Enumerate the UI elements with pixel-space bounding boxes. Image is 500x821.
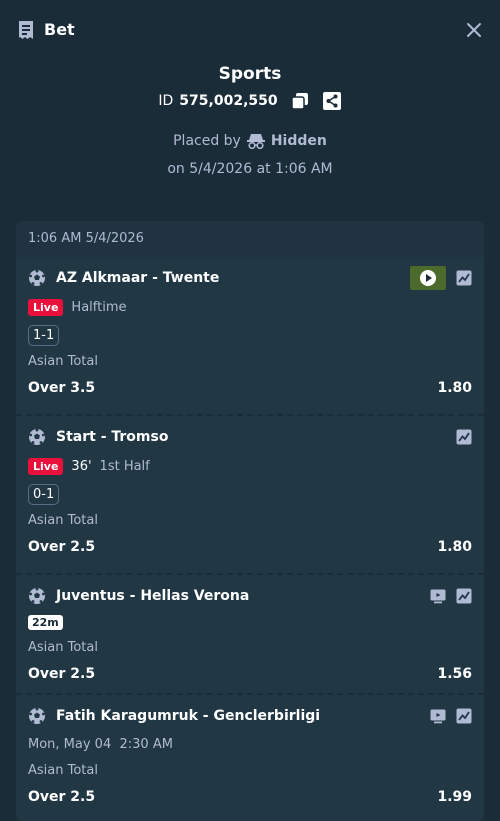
match-name: AZ Alkmaar - Twente bbox=[56, 270, 220, 286]
stats-chart-icon[interactable] bbox=[456, 270, 472, 286]
bet-leg: Fatih Karagumruk - Genclerbirligi Mon, M… bbox=[16, 695, 484, 821]
selection-row: Over 2.5 1.80 bbox=[28, 533, 472, 561]
match-period: 1st Half bbox=[99, 458, 150, 474]
close-icon[interactable] bbox=[464, 20, 484, 40]
selection-name: Over 2.5 bbox=[28, 666, 96, 682]
match-status-row: Live Halftime bbox=[28, 293, 472, 321]
selection-name: Over 2.5 bbox=[28, 789, 96, 805]
placed-by-label: Placed by bbox=[173, 133, 241, 149]
bet-title: Bet bbox=[44, 20, 75, 39]
soccer-ball-icon bbox=[29, 428, 45, 445]
live-badge: Live bbox=[28, 298, 64, 316]
market-name: Asian Total bbox=[28, 354, 98, 369]
match-period: Halftime bbox=[71, 299, 127, 315]
stats-chart-icon[interactable] bbox=[456, 588, 472, 604]
soccer-ball-icon bbox=[29, 707, 45, 724]
live-badge: Live bbox=[28, 457, 64, 475]
match-name: Start - Tromso bbox=[56, 429, 169, 445]
match-row[interactable]: Fatih Karagumruk - Genclerbirligi bbox=[28, 701, 472, 731]
leg-actions bbox=[430, 581, 472, 611]
score-box: 1-1 bbox=[28, 325, 60, 346]
live-stream-thumbnail[interactable] bbox=[410, 266, 446, 290]
bet-slip-icon bbox=[19, 21, 33, 39]
bet-id-row: ID 575,002,550 bbox=[0, 90, 500, 112]
tv-icon[interactable] bbox=[430, 588, 446, 604]
market-name: Asian Total bbox=[28, 763, 98, 778]
placed-date: on 5/4/2026 at 1:06 AM bbox=[167, 161, 333, 177]
bet-header: Bet bbox=[0, 0, 500, 60]
placed-by-user: Hidden bbox=[270, 133, 327, 149]
soccer-ball-icon bbox=[29, 587, 45, 604]
match-row[interactable]: AZ Alkmaar - Twente bbox=[28, 263, 472, 293]
match-minute: 36' bbox=[71, 458, 92, 474]
placed-by-row: Placed by Hidden bbox=[0, 130, 500, 152]
bet-id-value: 575,002,550 bbox=[179, 93, 278, 109]
panel-timestamp: 1:06 AM 5/4/2026 bbox=[16, 221, 484, 257]
selection-row: Over 2.5 1.56 bbox=[28, 660, 472, 688]
selection-name: Over 3.5 bbox=[28, 380, 96, 396]
selection-odds: 1.99 bbox=[437, 789, 472, 805]
selection-odds: 1.80 bbox=[437, 539, 472, 555]
selection-odds: 1.56 bbox=[437, 666, 472, 682]
share-icon[interactable] bbox=[322, 91, 342, 111]
selection-odds: 1.80 bbox=[437, 380, 472, 396]
bet-legs-panel: 1:06 AM 5/4/2026 AZ Alkmaar - Twente Liv… bbox=[16, 221, 484, 821]
match-name: Juventus - Hellas Verona bbox=[56, 588, 250, 604]
leg-actions bbox=[410, 263, 472, 293]
selection-row: Over 3.5 1.80 bbox=[28, 374, 472, 402]
bet-leg: Juventus - Hellas Verona 22m Asian Total… bbox=[16, 575, 484, 695]
copy-icon[interactable] bbox=[290, 91, 310, 111]
bet-type: Sports bbox=[218, 64, 282, 84]
match-status-row: Live 36' 1st Half bbox=[28, 452, 472, 480]
leg-actions bbox=[430, 701, 472, 731]
match-row[interactable]: Start - Tromso bbox=[28, 422, 472, 452]
selection-row: Over 2.5 1.99 bbox=[28, 783, 472, 811]
stats-chart-icon[interactable] bbox=[456, 429, 472, 445]
bet-summary: Sports ID 575,002,550 Placed by Hidden o… bbox=[0, 62, 500, 180]
match-name: Fatih Karagumruk - Genclerbirligi bbox=[56, 708, 321, 724]
match-row[interactable]: Juventus - Hellas Verona bbox=[28, 581, 472, 611]
stats-chart-icon[interactable] bbox=[456, 708, 472, 724]
bet-leg: Start - Tromso Live 36' 1st Half 0-1 Asi… bbox=[16, 416, 484, 575]
tv-icon[interactable] bbox=[430, 708, 446, 724]
incognito-icon bbox=[246, 134, 265, 149]
score-box: 0-1 bbox=[28, 484, 60, 505]
selection-name: Over 2.5 bbox=[28, 539, 96, 555]
market-name: Asian Total bbox=[28, 640, 98, 655]
leg-actions bbox=[456, 422, 472, 452]
play-icon bbox=[420, 270, 436, 286]
bet-id-label: ID bbox=[158, 93, 174, 109]
bet-leg: AZ Alkmaar - Twente Live Halftime 1-1 As… bbox=[16, 257, 484, 416]
starts-in-badge: 22m bbox=[28, 615, 63, 630]
soccer-ball-icon bbox=[29, 269, 45, 286]
market-name: Asian Total bbox=[28, 513, 98, 528]
kickoff-time: Mon, May 04 2:30 AM bbox=[28, 737, 173, 752]
